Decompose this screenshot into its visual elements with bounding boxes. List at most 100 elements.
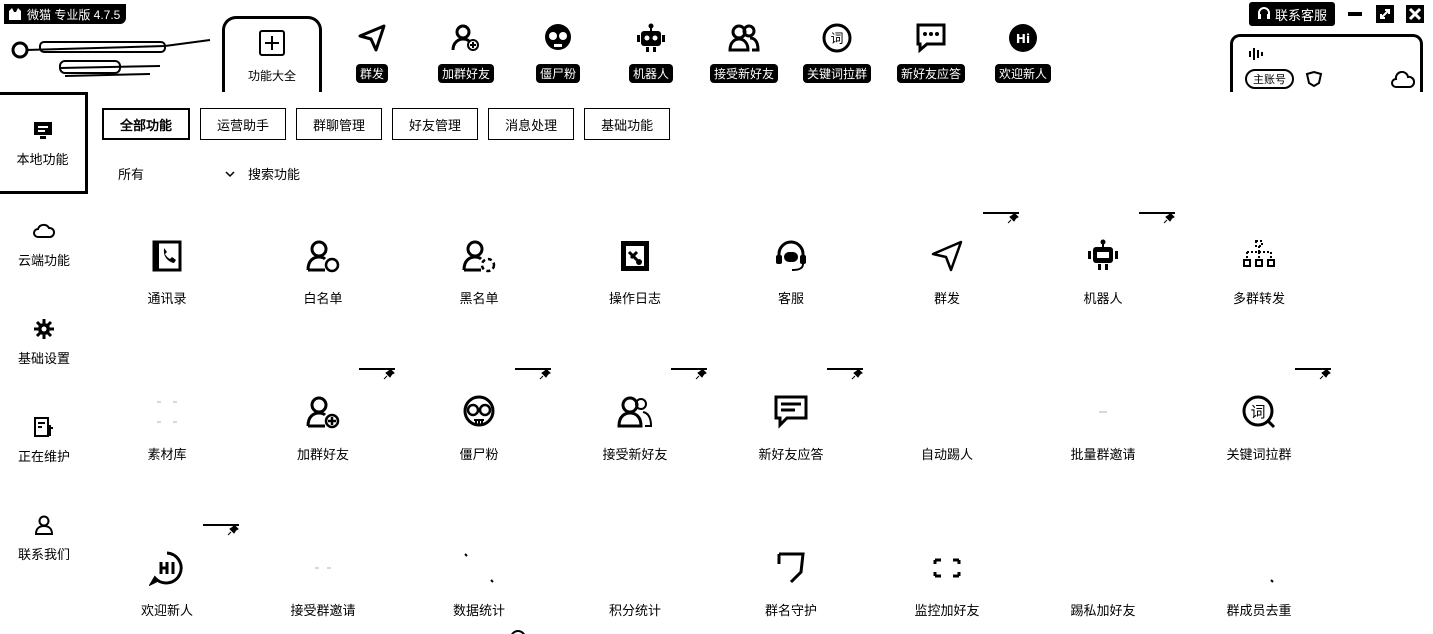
dedupe-icon bbox=[1270, 579, 1274, 583]
toolbar-keyword-group-label: 关键词拉群 bbox=[802, 64, 871, 83]
feature-tile[interactable]: 群发 bbox=[877, 212, 1019, 334]
svg-text:词: 词 bbox=[1250, 403, 1265, 421]
toolbar-accept-friends[interactable]: 接受新好友 bbox=[699, 22, 789, 83]
toolbar-new-friend-reply[interactable]: 新好友应答 bbox=[886, 22, 976, 83]
feature-tile[interactable]: 黑名单 bbox=[409, 224, 549, 334]
feature-tile[interactable]: 多群转发 bbox=[1189, 224, 1329, 334]
sidebar-item-maintenance[interactable]: 正在维护 bbox=[0, 392, 88, 488]
feature-label: 通讯录 bbox=[147, 291, 187, 306]
app-title-bar: 微猫 专业版 4.7.5 bbox=[4, 4, 127, 24]
feature-tile[interactable]: 数据统计 bbox=[409, 536, 549, 634]
sidebar-item-local[interactable]: 本地功能 bbox=[0, 92, 88, 194]
pin-toggle[interactable] bbox=[1295, 366, 1331, 380]
toolbar-robot-label: 机器人 bbox=[628, 64, 673, 83]
feature-label: 自动踢人 bbox=[920, 447, 973, 462]
feature-label: 监控加好友 bbox=[914, 603, 980, 618]
feature-tile[interactable]: 僵尸粉 bbox=[409, 368, 551, 490]
hi-icon: Hi bbox=[1009, 24, 1037, 52]
feature-tile[interactable]: 机器人 bbox=[1033, 212, 1175, 334]
feature-grid: 通讯录 白名单 黑名单 操作日志 客服 群发 机器人 多群转发素材库 加群好友 僵尸粉 接受新好友 新… bbox=[90, 92, 1433, 634]
maximize-button[interactable] bbox=[1375, 4, 1395, 24]
toolbar-welcome-label: 欢迎新人 bbox=[994, 64, 1051, 83]
minimize-button[interactable] bbox=[1345, 4, 1365, 24]
feature-label: 接受群邀请 bbox=[290, 603, 356, 618]
feature-label: 踢私加好友 bbox=[1070, 603, 1136, 618]
toolbar-keyword-group[interactable]: 词 关键词拉群 bbox=[792, 22, 882, 83]
pin-toggle[interactable] bbox=[203, 522, 239, 536]
skull-icon bbox=[545, 24, 571, 50]
pin-toggle[interactable] bbox=[827, 366, 863, 380]
feature-label: 积分统计 bbox=[608, 603, 661, 618]
sidebar-item-cloud[interactable]: 云端功能 bbox=[0, 196, 88, 292]
feature-tile[interactable]: 素材库 bbox=[97, 380, 237, 490]
feature-label: 欢迎新人 bbox=[140, 603, 193, 618]
tab-all-features-label: 功能大全 bbox=[247, 69, 296, 83]
toolbar-robot[interactable]: 机器人 bbox=[606, 22, 696, 83]
feature-tile[interactable]: 欢迎新人 bbox=[97, 524, 239, 634]
contacts-icon bbox=[152, 240, 182, 272]
feature-tile[interactable]: 群成员去重 bbox=[1189, 536, 1329, 634]
sidebar-item-contact[interactable]: 联系我们 bbox=[0, 490, 88, 586]
pin-icon bbox=[227, 524, 239, 536]
toolbar-welcome[interactable]: Hi 欢迎新人 bbox=[978, 22, 1068, 83]
contact-service-button[interactable]: 联系客服 bbox=[1248, 2, 1335, 26]
chat-reply-icon bbox=[774, 395, 808, 429]
top-bar: 微猫 专业版 4.7.5 功能大全 群发 加群好友 僵尸粉 机器人 接受新好友 … bbox=[0, 0, 1433, 92]
pin-toggle[interactable] bbox=[359, 366, 395, 380]
feature-label: 群名守护 bbox=[764, 603, 817, 618]
headset-icon bbox=[776, 240, 806, 271]
feature-label: 批量群邀请 bbox=[1070, 447, 1136, 462]
sidebar-item-settings[interactable]: 基础设置 bbox=[0, 294, 88, 390]
feature-tile[interactable]: 批量群邀请 bbox=[1033, 380, 1173, 490]
feature-tile[interactable]: 接受群邀请 bbox=[253, 536, 393, 634]
account-panel[interactable]: 主账号 bbox=[1230, 34, 1423, 92]
add-user-icon bbox=[306, 396, 340, 429]
feature-tile[interactable]: 操作日志 bbox=[565, 224, 705, 334]
feature-tile[interactable]: 词关键词拉群 bbox=[1189, 368, 1331, 490]
grid-plus-icon bbox=[259, 30, 285, 56]
toolbar-add-group-friend[interactable]: 加群好友 bbox=[421, 22, 511, 83]
toolbar-zombie-fans[interactable]: 僵尸粉 bbox=[513, 22, 603, 83]
feature-tile[interactable]: 新好友应答 bbox=[721, 368, 863, 490]
feature-tile[interactable]: 客服 bbox=[721, 224, 861, 334]
feature-tile[interactable]: 通讯录 bbox=[97, 224, 237, 334]
person-icon bbox=[34, 515, 54, 535]
close-button[interactable] bbox=[1405, 4, 1425, 24]
feature-tile[interactable]: 接受新好友 bbox=[565, 368, 707, 490]
toolbar-send-label: 群发 bbox=[355, 64, 388, 83]
users-icon bbox=[728, 24, 760, 52]
hi-icon bbox=[149, 551, 183, 586]
app-title: 微猫 专业版 4.7.5 bbox=[27, 7, 121, 22]
pin-toggle[interactable] bbox=[1139, 210, 1175, 224]
feature-label: 白名单 bbox=[303, 291, 343, 306]
maintenance-icon bbox=[34, 416, 53, 437]
toolbar-add-group-friend-label: 加群好友 bbox=[437, 64, 494, 83]
feature-tile[interactable]: 积分统计 bbox=[565, 536, 705, 634]
pin-toggle[interactable] bbox=[671, 366, 707, 380]
robot-icon bbox=[637, 23, 665, 52]
feature-tile[interactable]: 群名守护 bbox=[721, 536, 861, 634]
pin-toggle[interactable] bbox=[983, 210, 1019, 224]
toolbar-send[interactable]: 群发 bbox=[327, 22, 417, 83]
feature-label: 群发 bbox=[933, 291, 960, 306]
tab-all-features[interactable]: 功能大全 bbox=[222, 16, 322, 92]
chat-reply-icon bbox=[916, 23, 946, 54]
pin-icon bbox=[1007, 212, 1019, 224]
stats-icon bbox=[464, 553, 494, 583]
monitor-icon bbox=[33, 121, 52, 139]
feature-tile[interactable]: 加群好友 bbox=[253, 368, 395, 490]
sidebar-item-label: 云端功能 bbox=[17, 252, 70, 268]
invite-icon bbox=[1099, 411, 1107, 413]
pin-toggle[interactable] bbox=[515, 366, 551, 380]
feature-tile[interactable]: 白名单 bbox=[253, 224, 393, 334]
feature-label: 新好友应答 bbox=[758, 447, 824, 462]
sidebar-item-label: 本地功能 bbox=[16, 151, 69, 167]
shield-outline-icon bbox=[1305, 71, 1323, 87]
feature-label: 多群转发 bbox=[1232, 291, 1285, 306]
feature-tile[interactable]: 自动踢人 bbox=[877, 380, 1017, 490]
skull-icon bbox=[463, 395, 495, 427]
pin-icon bbox=[695, 368, 707, 380]
feature-tile[interactable]: 监控加好友 bbox=[877, 536, 1017, 634]
account-badge: 主账号 bbox=[1245, 69, 1294, 89]
feature-tile[interactable]: 踢私加好友 bbox=[1033, 536, 1173, 634]
